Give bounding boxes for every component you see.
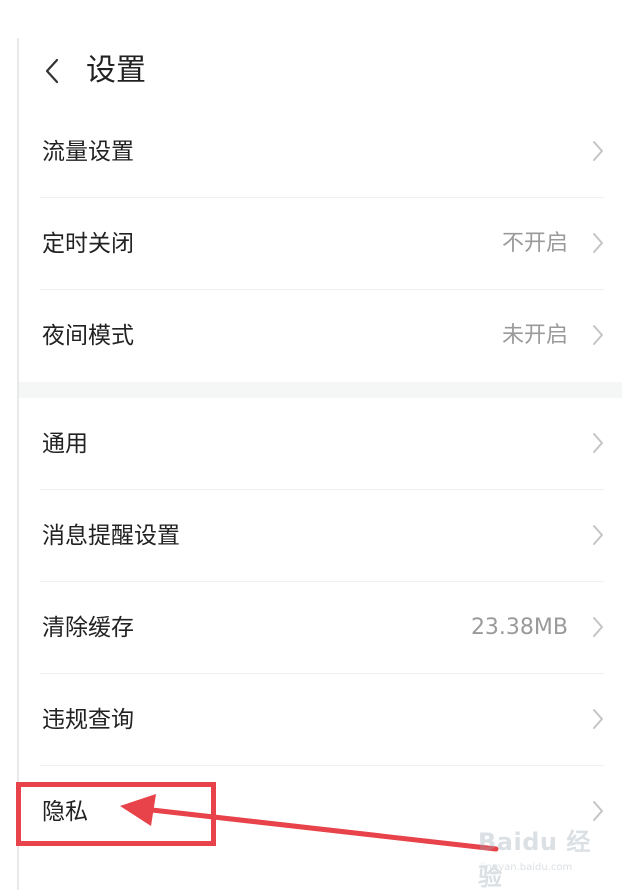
row-value: 不开启	[501, 231, 568, 256]
chevron-right-icon	[592, 140, 604, 162]
row-label: 违规查询	[42, 707, 134, 733]
chevron-right-icon	[592, 524, 604, 546]
chevron-left-icon[interactable]	[44, 58, 60, 84]
settings-row-traffic[interactable]: 流量设置	[0, 106, 622, 198]
settings-row-clear-cache[interactable]: 清除缓存 23.38MB	[0, 582, 622, 674]
row-value: 未开启	[501, 323, 568, 348]
section-separator	[19, 382, 622, 398]
chevron-right-icon	[592, 616, 604, 638]
row-label: 消息提醒设置	[42, 523, 180, 549]
watermark-subtext: jingyan.baidu.com	[480, 862, 573, 873]
settings-row-night-mode[interactable]: 夜间模式 未开启	[0, 290, 622, 382]
row-label: 流量设置	[42, 139, 134, 165]
settings-group-1: 流量设置 定时关闭 不开启 夜间模式 未开启	[0, 106, 622, 382]
watermark-text: Baidu 经验	[478, 828, 591, 891]
highlight-box	[16, 782, 216, 846]
chevron-right-icon	[592, 432, 604, 454]
page-title: 设置	[86, 53, 146, 88]
chevron-right-icon	[592, 232, 604, 254]
row-label: 通用	[42, 431, 88, 457]
settings-row-notifications[interactable]: 消息提醒设置	[0, 490, 622, 582]
page-header: 设置	[0, 38, 622, 106]
row-label: 清除缓存	[42, 615, 134, 641]
row-label: 夜间模式	[42, 323, 134, 349]
settings-row-general[interactable]: 通用	[0, 398, 622, 490]
cache-size-value: 23.38MB	[470, 615, 568, 640]
baidu-watermark: Baidu 经验 jingyan.baidu.com	[478, 822, 608, 891]
chevron-right-icon	[592, 324, 604, 346]
settings-row-violation-query[interactable]: 违规查询	[0, 674, 622, 766]
row-label: 定时关闭	[42, 231, 134, 257]
chevron-right-icon	[592, 708, 604, 730]
settings-row-timer-close[interactable]: 定时关闭 不开启	[0, 198, 622, 290]
chevron-right-icon	[592, 800, 604, 822]
